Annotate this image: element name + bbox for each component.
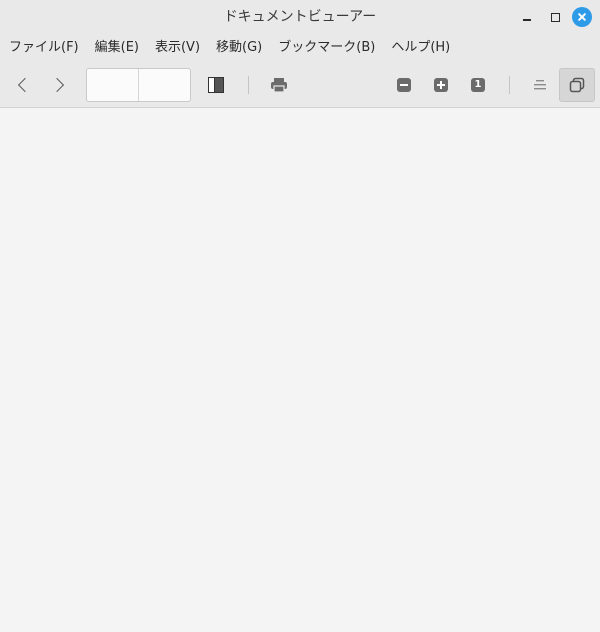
dual-page-button[interactable] — [559, 68, 595, 102]
menu-help[interactable]: ヘルプ(H) — [383, 34, 458, 62]
next-page-button[interactable] — [48, 74, 70, 96]
menu-file[interactable]: ファイル(F) — [0, 34, 87, 62]
window-title: ドキュメントビューアー — [223, 9, 377, 25]
menu-view[interactable]: 表示(V) — [147, 34, 208, 62]
zoom-in-icon — [434, 78, 448, 92]
sidebar-toggle-button[interactable] — [207, 76, 225, 94]
total-pages-field[interactable] — [139, 69, 190, 101]
toolbar-separator — [248, 76, 249, 94]
toolbar: 1 — [0, 62, 600, 108]
zoom-out-button[interactable] — [395, 76, 413, 94]
printer-icon — [271, 78, 287, 93]
minimize-button[interactable] — [517, 7, 537, 27]
maximize-button[interactable] — [545, 7, 565, 27]
zoom-out-icon — [397, 78, 411, 92]
close-icon — [572, 7, 592, 27]
print-button[interactable] — [268, 75, 290, 95]
zoom-in-button[interactable] — [432, 76, 450, 94]
menu-go[interactable]: 移動(G) — [208, 34, 270, 62]
menu-bookmarks[interactable]: ブックマーク(B) — [270, 34, 383, 62]
sidebar-icon — [208, 77, 224, 93]
document-view-area[interactable] — [0, 108, 600, 632]
menu-bar: ファイル(F) 編集(E) 表示(V) 移動(G) ブックマーク(B) ヘルプ(… — [0, 34, 600, 62]
menu-edit[interactable]: 編集(E) — [87, 34, 147, 62]
dual-page-icon — [569, 77, 585, 93]
chevron-left-icon — [17, 77, 33, 93]
align-button[interactable] — [531, 76, 549, 94]
title-bar[interactable]: ドキュメントビューアー — [0, 0, 600, 34]
close-button[interactable] — [572, 7, 592, 27]
previous-page-button[interactable] — [12, 74, 34, 96]
current-page-input[interactable] — [87, 69, 138, 101]
toolbar-separator — [509, 76, 510, 94]
page-number-entry — [86, 68, 191, 102]
minimize-icon — [523, 19, 531, 21]
zoom-one-icon: 1 — [471, 78, 485, 92]
chevron-right-icon — [49, 77, 65, 93]
document-viewer-window: ドキュメントビューアー ファイル(F) 編集(E) 表示(V) 移動(G) ブッ… — [0, 0, 600, 632]
align-icon — [534, 80, 546, 90]
maximize-icon — [550, 12, 560, 22]
zoom-reset-button[interactable]: 1 — [469, 76, 487, 94]
